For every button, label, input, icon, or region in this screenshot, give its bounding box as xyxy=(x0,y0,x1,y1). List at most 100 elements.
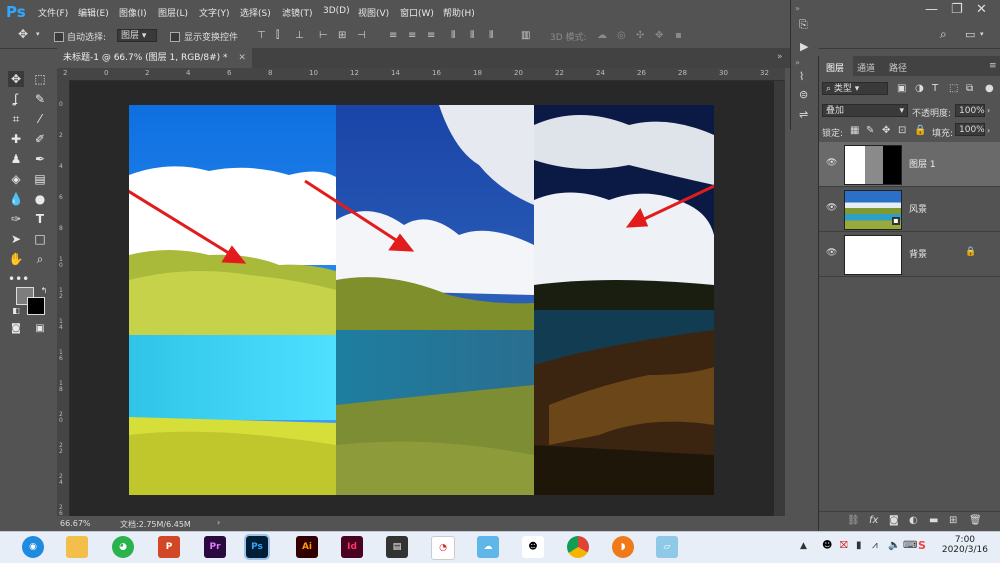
history-panel-icon[interactable]: ⎘ xyxy=(799,18,808,32)
swap-colors-icon[interactable]: ↰ xyxy=(36,283,52,299)
lasso-tool-icon[interactable]: ʆ xyxy=(8,91,24,107)
dock-collapse-icon[interactable]: » xyxy=(795,4,800,13)
chevron-down-icon[interactable]: ▾ xyxy=(36,30,40,38)
brush-tool-icon[interactable]: ✐ xyxy=(32,131,48,147)
quick-mask-icon[interactable]: ◙ xyxy=(8,321,24,337)
tray-network-icon[interactable]: ▮ xyxy=(856,540,862,551)
tray-keyboard-icon[interactable]: ⌨ xyxy=(903,540,917,551)
start-icon[interactable]: ◉ xyxy=(22,536,44,558)
dock-collapse-icon-2[interactable]: » xyxy=(795,58,800,67)
eraser-tool-icon[interactable]: ◈ xyxy=(8,171,24,187)
fill-input[interactable]: 100% xyxy=(955,123,985,136)
browser-icon[interactable]: ◗ xyxy=(612,536,634,558)
brush-panel-icon[interactable]: ⌇ xyxy=(799,70,804,83)
layer-name[interactable]: 风景 xyxy=(909,202,927,215)
align-vcenter-icon[interactable]: ⫿ xyxy=(276,30,287,41)
background-color-swatch[interactable] xyxy=(27,297,45,315)
layer-name[interactable]: 背景 xyxy=(909,247,927,260)
delete-layer-icon[interactable]: 🗑 xyxy=(969,515,982,526)
chrome-icon[interactable] xyxy=(567,536,589,558)
tab-close-icon[interactable]: ✕ xyxy=(238,53,246,63)
menu-type[interactable]: 文字(Y) xyxy=(199,6,230,19)
tray-wifi-icon[interactable]: ⩘ xyxy=(872,540,878,551)
default-colors-icon[interactable]: ◧ xyxy=(8,303,24,319)
illustrator-icon[interactable]: Ai xyxy=(296,536,318,558)
premiere-icon[interactable]: Pr xyxy=(204,536,226,558)
distribute-left-icon[interactable]: ⦀ xyxy=(451,30,462,41)
file-explorer-icon[interactable] xyxy=(66,536,88,558)
tray-app-icon[interactable]: ⛝ xyxy=(840,540,848,551)
lock-all-icon[interactable]: 🔒 xyxy=(914,125,926,136)
menu-image[interactable]: 图像(I) xyxy=(119,6,147,19)
orbit-3d-icon[interactable]: ☁ xyxy=(597,30,608,41)
new-group-icon[interactable]: ▬ xyxy=(929,515,938,526)
distribute-right-icon[interactable]: ⦀ xyxy=(489,30,500,41)
lock-image-icon[interactable]: ✎ xyxy=(866,125,874,136)
healing-brush-tool-icon[interactable]: ✚ xyxy=(8,131,24,147)
menu-filter[interactable]: 滤镜(T) xyxy=(282,6,313,19)
eye-icon[interactable]: 👁 xyxy=(826,204,837,213)
layer-row[interactable]: 👁 ▪ 风景 xyxy=(819,187,1000,232)
link-layers-icon[interactable]: ⛓ xyxy=(847,515,860,526)
layer-style-icon[interactable]: fx xyxy=(869,515,878,526)
hand-tool-icon[interactable]: ✋ xyxy=(8,251,24,267)
filter-pixel-icon[interactable]: ▣ xyxy=(897,83,906,94)
filter-type-icon[interactable]: T xyxy=(932,83,938,94)
auto-select-checkbox[interactable] xyxy=(54,32,64,42)
notes-app-icon[interactable]: ▱ xyxy=(656,536,678,558)
filter-shape-icon[interactable]: ⬚ xyxy=(949,83,958,94)
align-hcenter-icon[interactable]: ⊞ xyxy=(338,30,349,41)
filter-smart-icon[interactable]: ⧉ xyxy=(966,83,973,94)
opacity-chevron-icon[interactable]: › xyxy=(987,106,990,115)
crop-tool-icon[interactable]: ⌗ xyxy=(8,111,24,127)
move-tool-icon[interactable]: ✥ xyxy=(18,27,28,41)
quick-select-tool-icon[interactable]: ✎ xyxy=(32,91,48,107)
powerpoint-icon[interactable]: P xyxy=(158,536,180,558)
pen-tool-icon[interactable]: ✑ xyxy=(8,211,24,227)
zoom-tool-icon[interactable]: ⌕ xyxy=(32,251,48,267)
lock-artboard-icon[interactable]: ⊡ xyxy=(898,125,906,136)
blend-mode-dropdown[interactable]: 叠加 ▾ xyxy=(822,104,908,117)
clone-stamp-tool-icon[interactable]: ♟ xyxy=(8,151,24,167)
photoshop-taskbar-icon[interactable]: Ps xyxy=(244,534,270,560)
type-tool-icon[interactable]: T xyxy=(32,211,48,227)
tab-channels[interactable]: 通道 xyxy=(857,61,875,74)
opacity-input[interactable]: 100% xyxy=(955,104,985,117)
dodge-tool-icon[interactable]: ● xyxy=(32,191,48,207)
tray-expand-icon[interactable]: ▲ xyxy=(800,541,807,551)
menu-window[interactable]: 窗口(W) xyxy=(400,6,434,19)
workspace-chevron-icon[interactable]: ▾ xyxy=(980,30,984,38)
path-select-tool-icon[interactable]: ➤ xyxy=(8,231,24,247)
marquee-tool-icon[interactable]: ⬚ xyxy=(32,71,48,87)
document-tab[interactable]: 未标题-1 @ 66.7% (图层 1, RGB/8#) * ✕ xyxy=(57,48,252,68)
menu-view[interactable]: 视图(V) xyxy=(358,6,389,19)
screen-mode-icon[interactable]: ▣ xyxy=(32,321,48,337)
more-tools-icon[interactable]: ••• xyxy=(8,271,29,287)
minimize-icon[interactable]: — xyxy=(925,2,938,17)
status-arrow-icon[interactable]: › xyxy=(217,518,220,527)
distribute-top-icon[interactable]: ≡ xyxy=(389,30,400,41)
search-icon[interactable]: ⌕ xyxy=(940,27,947,42)
actions-panel-icon[interactable]: ▶ xyxy=(800,40,808,53)
tab-layers[interactable]: 图层 xyxy=(826,61,844,74)
align-top-icon[interactable]: ⊤ xyxy=(257,30,268,41)
filter-toggle-icon[interactable]: ● xyxy=(985,83,994,94)
eye-icon[interactable]: 👁 xyxy=(826,249,837,258)
lock-transparent-icon[interactable]: ▦ xyxy=(850,125,859,136)
panel-collapse-icon[interactable]: » xyxy=(777,52,783,62)
tab-paths[interactable]: 路径 xyxy=(889,61,907,74)
adjustment-layer-icon[interactable]: ◐ xyxy=(909,515,918,526)
align-bottom-icon[interactable]: ⊥ xyxy=(295,30,306,41)
zoom-level[interactable]: 66.67% xyxy=(60,519,91,528)
menu-edit[interactable]: 编辑(E) xyxy=(78,6,109,19)
tray-ime-icon[interactable]: S xyxy=(918,539,926,552)
blur-tool-icon[interactable]: 💧 xyxy=(8,191,24,207)
layer-row[interactable]: 👁 背景 🔒 xyxy=(819,232,1000,277)
add-mask-icon[interactable]: ◙ xyxy=(889,515,899,526)
pan-3d-icon[interactable]: ✣ xyxy=(636,30,647,41)
indesign-icon[interactable]: Id xyxy=(341,536,363,558)
menu-help[interactable]: 帮助(H) xyxy=(443,6,475,19)
menu-select[interactable]: 选择(S) xyxy=(240,6,271,19)
auto-select-dropdown[interactable]: 图层 ▾ xyxy=(117,29,157,42)
menu-file[interactable]: 文件(F) xyxy=(38,6,68,19)
